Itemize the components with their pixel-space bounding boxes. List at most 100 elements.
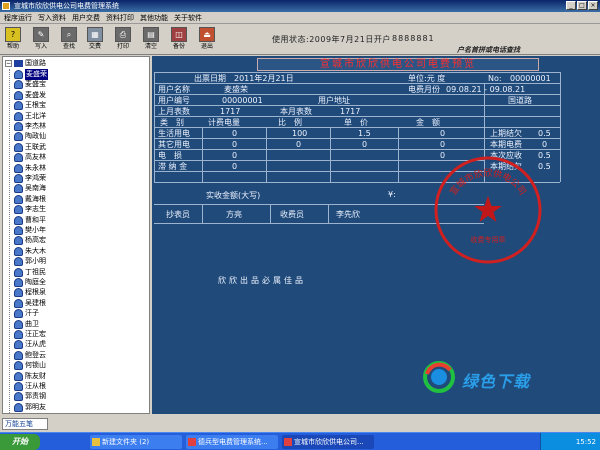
menu-print[interactable]: 资料打印: [106, 12, 134, 23]
tree-item-label: 曹和平: [25, 215, 46, 224]
tree-item[interactable]: 程根泉: [14, 287, 46, 298]
menu-about[interactable]: 关于软件: [174, 12, 202, 23]
side-label: 本期电费: [490, 140, 522, 149]
customer-tree[interactable]: − 国道路 麦盛荣 麦盛宝 麦盛发 王根宝 王北洋 李杰林 陶政仙 王联武 高友林 朱永林 李鸿荣吴…: [2, 56, 150, 414]
folder-icon: [92, 438, 100, 446]
tree-item[interactable]: 鲍登云: [14, 350, 46, 361]
official-stamp: 宣城市欣欣供电公司 收费专用章: [434, 156, 542, 264]
grid-line: [560, 72, 561, 182]
col-header-qty: 计费电量: [208, 118, 240, 127]
write-icon: ✎: [33, 27, 49, 42]
tree-item[interactable]: 李鸿荣: [14, 173, 46, 184]
tree-item[interactable]: 王根宝: [14, 100, 46, 111]
tree-item-label: 朱永林: [25, 163, 46, 172]
tree-item[interactable]: 李志生: [14, 204, 46, 215]
tree-root[interactable]: − 国道路: [5, 58, 46, 68]
close-icon[interactable]: ×: [588, 1, 598, 10]
customer-code: 00000001: [222, 96, 263, 105]
user-icon: [14, 350, 23, 360]
window-controls: _ □ ×: [566, 1, 598, 10]
name-label: 用户名称: [158, 85, 190, 94]
clear-button[interactable]: ▤ 清空: [140, 27, 162, 53]
tree-item-label: 麦盛发: [25, 90, 46, 99]
tree-item[interactable]: 陶庭全: [14, 277, 46, 288]
ime-indicator[interactable]: 万能五笔: [2, 418, 48, 430]
last-reading-label: 上月表数: [158, 107, 190, 116]
tree-item-label: 高友林: [25, 153, 46, 162]
app-icon: [2, 2, 10, 10]
tree-item[interactable]: 王联武: [14, 142, 46, 153]
tree-item[interactable]: 樊小年: [14, 225, 46, 236]
menu-other[interactable]: 其他功能: [140, 12, 168, 23]
user-icon: [14, 278, 23, 287]
task-app-1[interactable]: 德兵型电费管理系统...: [186, 435, 278, 449]
tree-item-label: 丁祖民: [25, 267, 46, 276]
grid-line: [398, 127, 399, 182]
exit-button[interactable]: ⏏ 退出: [196, 27, 218, 53]
tree-item[interactable]: 郭责钢: [14, 391, 46, 402]
row-amount: 0: [440, 140, 446, 149]
tree-item[interactable]: 麦盛宝: [14, 79, 46, 90]
menu-write[interactable]: 写入资料: [38, 12, 66, 23]
row-ratio: 100: [292, 129, 308, 138]
tree-item[interactable]: 陈友财: [14, 371, 46, 382]
tree-item[interactable]: 李杰林: [14, 121, 46, 132]
print-icon: ⎙: [115, 27, 131, 42]
maximize-icon[interactable]: □: [577, 1, 587, 10]
menu-pay[interactable]: 用户交费: [72, 12, 100, 23]
tree-item[interactable]: 郭明友: [14, 402, 46, 413]
tree-item[interactable]: 麦盛荣: [14, 69, 48, 80]
side-label: 上期结欠: [490, 129, 522, 138]
tree-item-label: 李志生: [25, 205, 46, 214]
tree-item[interactable]: 汗子: [14, 308, 39, 319]
pay-button[interactable]: ▦ 交费: [84, 27, 106, 53]
start-button[interactable]: 开始: [0, 434, 40, 450]
print-button[interactable]: ⎙ 打印: [112, 27, 134, 53]
grid-line: [330, 127, 331, 182]
side-value: 0: [542, 140, 548, 149]
user-icon: [14, 80, 23, 90]
tree-item[interactable]: 吴建根: [14, 298, 46, 309]
tree-item[interactable]: 戴海根: [14, 194, 46, 205]
tree-item-label: 汪正宏: [25, 330, 46, 338]
tree-item[interactable]: 高友林: [14, 152, 46, 163]
tree-item[interactable]: 丁祖民: [14, 267, 46, 278]
tree-item[interactable]: 曲卫: [14, 319, 39, 330]
footer-note: 欣欣出品必属佳品: [218, 276, 306, 285]
calculator-icon: ▦: [87, 27, 103, 42]
tree-item-label: 曲卫: [25, 319, 39, 328]
tree-item[interactable]: 郭小明: [14, 256, 46, 267]
tree-item[interactable]: 曹和平: [14, 215, 46, 226]
tree-item-label: 吴南海: [25, 184, 46, 193]
issue-date-label: 出票日期: [194, 74, 226, 83]
backup-button[interactable]: ◫ 备份: [168, 27, 190, 53]
tree-item-label: 汪从根: [25, 382, 46, 390]
stamp-text: 宣城市欣欣供电公司: [447, 167, 528, 197]
tree-item[interactable]: 朱永林: [14, 163, 46, 174]
collapse-icon[interactable]: −: [5, 59, 12, 67]
tree-item[interactable]: 麦盛发: [14, 90, 46, 101]
search-button[interactable]: ⌕ 查找: [58, 27, 80, 53]
tree-item-label: 朱大木: [25, 246, 46, 255]
tree-item[interactable]: 陶政仙: [14, 131, 46, 142]
bill-preview: 宣城市欣欣供电公司电费预览 出票日期 2011年2月21日 单位:元 度 No:…: [152, 56, 600, 414]
tree-item[interactable]: 吴南海: [14, 183, 46, 194]
tree-item[interactable]: 汪从虎: [14, 339, 46, 350]
minimize-icon[interactable]: _: [566, 1, 576, 10]
menu-bar: 程序运行 写入资料 用户交费 资料打印 其他功能 关于软件: [0, 12, 600, 24]
tree-item[interactable]: 汪正宏: [14, 329, 46, 340]
issue-date: 2011年2月21日: [234, 74, 294, 83]
tree-item[interactable]: 王北洋: [14, 111, 46, 122]
tree-item[interactable]: 杨高宏: [14, 235, 46, 246]
amount-symbol: ¥:: [388, 190, 396, 199]
tree-item-label: 麦盛荣: [25, 69, 48, 80]
tree-item[interactable]: 何锁山: [14, 360, 46, 371]
task-folder[interactable]: 新建文件夹 (2): [90, 435, 182, 449]
tree-item[interactable]: 汪从根: [14, 381, 46, 392]
tree-item[interactable]: 朱大木: [14, 246, 46, 257]
menu-run[interactable]: 程序运行: [4, 12, 32, 23]
help-button[interactable]: ? 帮助: [2, 27, 24, 53]
task-app-2[interactable]: 宣城市欣欣供电公司...: [282, 435, 374, 449]
write-button[interactable]: ✎ 写入: [30, 27, 52, 53]
user-icon: [14, 174, 23, 183]
